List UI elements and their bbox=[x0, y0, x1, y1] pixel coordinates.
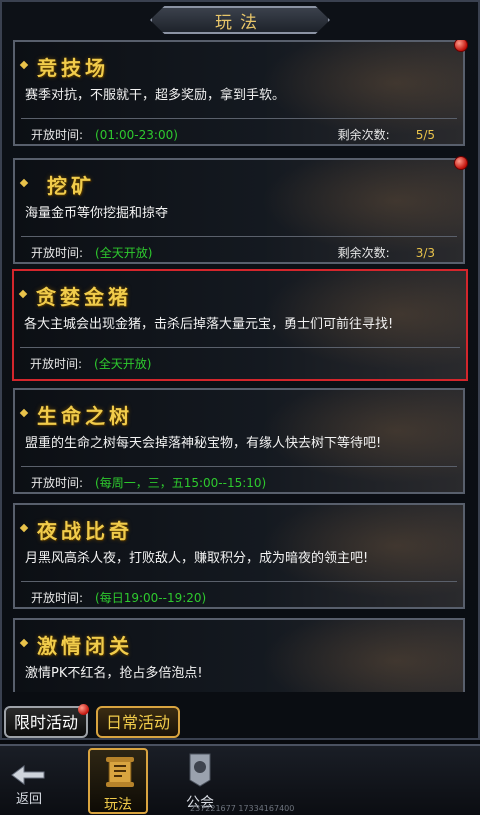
open-time: 开放时间: (每日19:00--19:20) bbox=[31, 591, 207, 605]
activity-card-mining[interactable]: 挖矿 海量金币等你挖掘和掠夺 开放时间: (全天开放) 剩余次数: 3/3 bbox=[13, 156, 468, 264]
divider bbox=[21, 118, 457, 119]
tab-limited-activity[interactable]: 限时活动 bbox=[4, 704, 89, 738]
activity-card-arena[interactable]: 竞技场 赛季对抗，不服就干，超多奖励，拿到手软。 开放时间: (01:00-23:… bbox=[13, 40, 468, 146]
card-description: 盟重的生命之树每天会掉落神秘宝物，有缘人快去树下等待吧! bbox=[25, 436, 382, 451]
panel-title: 玩法 bbox=[215, 13, 265, 33]
footer-id-text: 237221677 17334167400 bbox=[190, 804, 295, 813]
activity-card-night-battle[interactable]: 夜战比奇 月黑风高杀人夜，打败敌人，赚取积分，成为暗夜的领主吧! 开放时间: (每… bbox=[13, 503, 465, 609]
nav-play-label: 玩法 bbox=[104, 797, 132, 813]
scroll-icon bbox=[106, 757, 134, 787]
activity-card-tree-of-life[interactable]: 生命之树 盟重的生命之树每天会掉落神秘宝物，有缘人快去树下等待吧! 开放时间:(… bbox=[13, 388, 465, 494]
back-button[interactable]: 返回 bbox=[4, 758, 54, 808]
activity-list[interactable]: 竞技场 赛季对抗，不服就干，超多奖励，拿到手软。 开放时间: (01:00-23:… bbox=[10, 40, 470, 692]
card-title: 夜战比奇 bbox=[37, 519, 133, 543]
notification-badge-icon bbox=[454, 40, 468, 52]
card-description: 赛季对抗，不服就干，超多奖励，拿到手软。 bbox=[25, 88, 286, 103]
card-description: 月黑风高杀人夜，打败敌人，赚取积分，成为暗夜的领主吧! bbox=[25, 551, 369, 566]
open-time: 开放时间: (全天开放) bbox=[30, 357, 152, 371]
open-time: 开放时间: (全天开放) bbox=[31, 246, 153, 260]
open-time: 开放时间: (01:00-23:00) bbox=[31, 128, 178, 142]
back-arrow-icon bbox=[11, 765, 45, 785]
remaining-count: 剩余次数: 3/3 bbox=[337, 246, 435, 260]
open-time: 开放时间: (每周一，三，五15:00--15:10) bbox=[31, 476, 267, 490]
activity-tabs: 限时活动 日常活动 bbox=[0, 704, 480, 740]
divider bbox=[21, 581, 457, 582]
card-description: 海量金币等你挖掘和掠夺 bbox=[25, 206, 169, 221]
remaining-count: 剩余次数: 5/5 bbox=[337, 128, 435, 142]
divider bbox=[21, 236, 457, 237]
card-title: 挖矿 bbox=[47, 174, 95, 198]
card-title: 贪婪金猪 bbox=[36, 285, 132, 309]
nav-play-button[interactable]: 玩法 bbox=[88, 748, 148, 814]
guild-banner-icon bbox=[189, 753, 211, 787]
divider bbox=[21, 466, 457, 467]
back-label: 返回 bbox=[15, 792, 42, 807]
activity-card-golden-pig[interactable]: 贪婪金猪 各大主城会出现金猪，击杀后掉落大量元宝，勇士们可前往寻找! 开放时间:… bbox=[12, 269, 468, 381]
card-title: 竞技场 bbox=[37, 56, 109, 80]
notification-badge-icon bbox=[454, 156, 468, 170]
activity-card-retreat[interactable]: 激情闭关 激情PK不红名，抢占多倍泡点! bbox=[13, 618, 465, 692]
card-description: 激情PK不红名，抢占多倍泡点! bbox=[25, 666, 203, 681]
divider bbox=[20, 347, 460, 348]
notification-badge-icon bbox=[78, 704, 89, 715]
tab-daily-activity[interactable]: 日常活动 bbox=[96, 706, 180, 738]
card-title: 生命之树 bbox=[37, 404, 133, 428]
card-description: 各大主城会出现金猪，击杀后掉落大量元宝，勇士们可前往寻找! bbox=[24, 317, 394, 332]
card-title: 激情闭关 bbox=[37, 634, 133, 658]
card-artwork bbox=[239, 620, 463, 692]
